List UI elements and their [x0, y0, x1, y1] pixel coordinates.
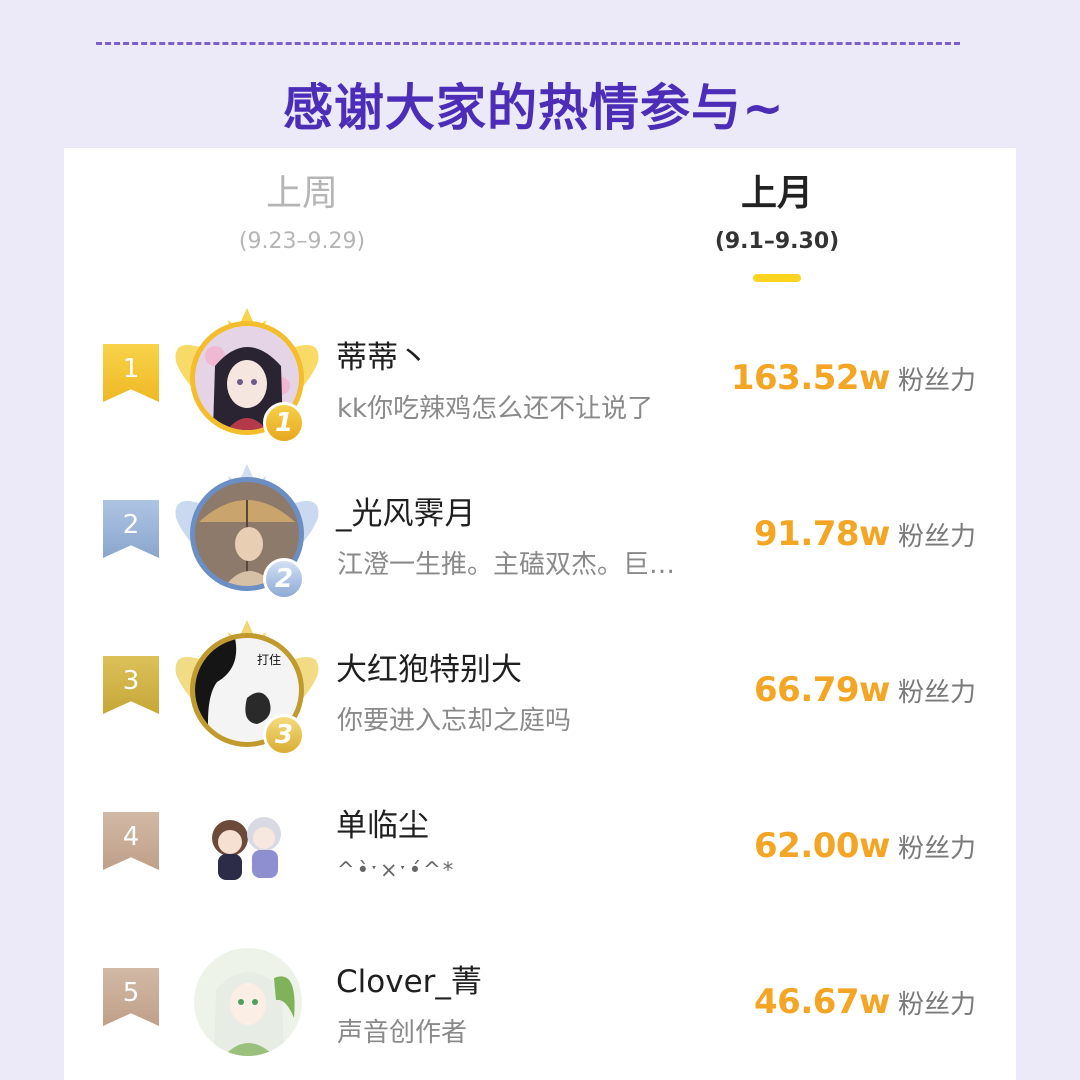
ranking-row-1[interactable]: 1 1 蒂蒂丶 kk你吃辣鸡怎么还不让说了 163.52w 粉丝力	[64, 308, 1016, 480]
tab-last-week[interactable]: 上周 (9.23–9.29)	[204, 172, 400, 262]
ranking-row-4[interactable]: 4 单临尘 ^•̀ˑ×ˑ•́^* 62.00w 粉丝力	[64, 792, 1016, 948]
rank-badge-5: 5	[103, 968, 159, 1026]
medal-2: 2	[263, 558, 305, 600]
fan-power-score: 62.00w 粉丝力	[754, 826, 976, 866]
avatar-frame	[172, 776, 322, 926]
avatar-frame	[172, 932, 322, 1080]
rank-badge-1: 1	[103, 344, 159, 402]
tab-last-month-range: (9.1–9.30)	[714, 229, 840, 254]
medal-3: 3	[263, 714, 305, 756]
rank-badge-2: 2	[103, 500, 159, 558]
fan-power-score: 163.52w 粉丝力	[731, 358, 976, 398]
ranking-row-3[interactable]: 3 打住 3 大红狍特别大 你要进入忘却之庭吗 66.79w 粉丝力	[64, 620, 1016, 792]
rank-badge-3: 3	[103, 656, 159, 714]
ranking-row-2[interactable]: 2 2 _光风霁月 江澄一生推。主磕双杰。巨… 91.78w 粉丝力	[64, 464, 1016, 636]
avatar-chibi-duo-icon	[194, 792, 302, 900]
score-unit: 粉丝力	[897, 366, 976, 396]
score-unit: 粉丝力	[897, 522, 976, 552]
avatar-frame-silver: 2	[172, 464, 322, 614]
medal-1: 1	[263, 402, 305, 444]
ranking-page: 感谢大家的热情参与~ 上周 (9.23–9.29) 上月 (9.1–9.30) …	[0, 0, 1080, 1080]
user-avatar	[194, 948, 302, 1056]
fan-power-score: 91.78w 粉丝力	[754, 514, 976, 554]
user-bio: kk你吃辣鸡怎么还不让说了	[337, 394, 654, 424]
tab-last-week-range: (9.23–9.29)	[238, 229, 366, 254]
user-name: _光风霁月	[336, 496, 476, 532]
ranking-card: 上周 (9.23–9.29) 上月 (9.1–9.30) 1 1 蒂蒂丶 kk你…	[64, 148, 1016, 1080]
avatar-caption: 打住	[257, 653, 281, 667]
ranking-row-5[interactable]: 5 Clover_菁 声音创作者 46.67w 粉丝力	[64, 948, 1016, 1080]
avatar-frame-bronze: 打住 3	[172, 620, 322, 770]
fan-power-score: 46.67w 粉丝力	[754, 982, 976, 1022]
score-unit: 粉丝力	[897, 834, 976, 864]
score-value: 62.00w	[754, 826, 890, 866]
fan-power-score: 66.79w 粉丝力	[754, 670, 976, 710]
score-value: 66.79w	[754, 670, 890, 710]
tab-last-week-label: 上周	[265, 173, 338, 214]
rank-badge-4: 4	[103, 812, 159, 870]
user-bio: 江澄一生推。主磕双杰。巨…	[337, 550, 676, 580]
tab-last-month[interactable]: 上月 (9.1–9.30)	[679, 172, 875, 282]
active-tab-indicator	[753, 274, 801, 282]
user-bio: ^•̀ˑ×ˑ•́^*	[337, 858, 456, 882]
user-name: 单临尘	[336, 808, 429, 844]
user-avatar	[194, 792, 302, 900]
user-bio: 声音创作者	[337, 1018, 468, 1048]
avatar-frame-gold: 1	[172, 308, 322, 458]
score-unit: 粉丝力	[897, 678, 976, 708]
user-bio: 你要进入忘却之庭吗	[337, 706, 572, 736]
user-name: 蒂蒂丶	[336, 340, 429, 376]
avatar-green-hair-girl-icon	[194, 948, 302, 1056]
user-name: 大红狍特别大	[336, 652, 522, 688]
page-title: 感谢大家的热情参与~	[283, 79, 785, 137]
score-value: 91.78w	[754, 514, 890, 554]
score-value: 163.52w	[730, 358, 891, 398]
dashed-divider	[96, 42, 960, 45]
score-value: 46.67w	[754, 982, 890, 1022]
user-name: Clover_菁	[336, 964, 482, 1000]
tab-last-month-label: 上月	[740, 173, 813, 214]
score-unit: 粉丝力	[897, 990, 976, 1020]
